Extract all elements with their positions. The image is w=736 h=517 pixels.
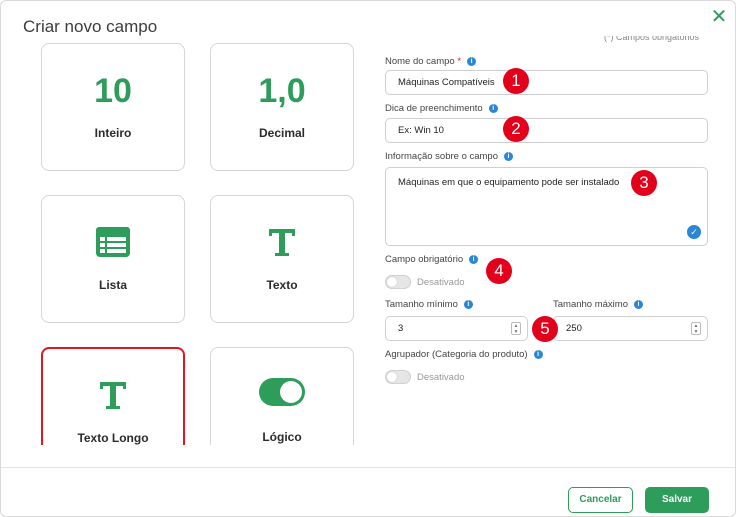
field-name-input[interactable]: Máquinas Compatíveis [385, 70, 708, 95]
type-card-list[interactable]: Lista [41, 195, 185, 323]
integer-number: 10 [94, 72, 132, 110]
callout-1: 1 [503, 68, 529, 94]
decimal-number: 1,0 [258, 72, 306, 110]
type-card-text[interactable]: Texto [210, 195, 354, 323]
stepper-icon[interactable]: ▲ ▼ [511, 322, 521, 335]
field-type-grid: 10 Inteiro 1,0 Decimal Lista Texto Texto… [41, 43, 355, 445]
min-size-input[interactable]: 3 ▲ ▼ [385, 316, 528, 341]
required-toggle[interactable] [385, 275, 411, 289]
callout-4: 4 [486, 258, 512, 284]
type-card-label: Lógico [262, 430, 302, 444]
required-toggle-state: Desativado [417, 277, 465, 288]
max-size-value: 250 [566, 323, 582, 334]
group-toggle[interactable] [385, 370, 411, 384]
stepper-icon[interactable]: ▲ ▼ [691, 322, 701, 335]
text-icon [43, 379, 183, 416]
info-icon: i [469, 255, 479, 264]
callout-5: 5 [532, 316, 558, 342]
max-size-input[interactable]: 250 ▲ ▼ [553, 316, 708, 341]
type-card-boolean[interactable]: Lógico [210, 347, 354, 445]
field-name-label: Nome do campo * i [385, 56, 477, 67]
callout-3: 3 [631, 170, 657, 196]
hint-label: Dica de preenchimento i [385, 103, 498, 114]
required-fields-note: (*) Campos obrigatórios [604, 36, 700, 42]
type-card-long-text[interactable]: Texto Longo [41, 347, 185, 445]
close-icon[interactable]: ✕ [709, 7, 729, 27]
required-field-label: Campo obrigatório i [385, 254, 479, 265]
type-card-decimal[interactable]: 1,0 Decimal [210, 43, 354, 171]
field-info-text: Máquinas em que o equipamento pode ser i… [398, 177, 620, 188]
type-card-label: Lista [98, 278, 127, 292]
save-button[interactable]: Salvar [645, 487, 709, 513]
info-icon: i [533, 350, 543, 359]
field-info-label: Informação sobre o campo i [385, 151, 514, 162]
dialog-footer: Cancelar Salvar [1, 467, 735, 517]
type-card-integer[interactable]: 10 Inteiro [41, 43, 185, 171]
type-card-label: Inteiro [94, 126, 132, 140]
min-size-value: 3 [398, 323, 404, 334]
checkmark-icon: ✓ [687, 225, 701, 239]
group-label: Agrupador (Categoria do produto) i [385, 349, 543, 360]
type-card-label: Decimal [258, 126, 306, 140]
type-card-label: Texto [266, 278, 298, 292]
hint-input[interactable]: Ex: Win 10 [385, 118, 708, 143]
min-size-label: Tamanho mínimo i [385, 299, 473, 310]
create-field-dialog: Criar novo campo ✕ (*) Campos obrigatóri… [0, 0, 736, 517]
info-icon: i [504, 152, 514, 161]
info-icon: i [463, 300, 473, 309]
field-info-textarea[interactable]: Máquinas em que o equipamento pode ser i… [385, 167, 708, 246]
info-icon: i [488, 104, 498, 113]
group-toggle-state: Desativado [417, 372, 465, 383]
info-icon: i [633, 300, 643, 309]
dialog-title: Criar novo campo [23, 17, 158, 36]
max-size-label: Tamanho máximo i [553, 299, 643, 310]
cancel-button[interactable]: Cancelar [568, 487, 633, 513]
callout-2: 2 [503, 116, 529, 142]
type-card-label: Texto Longo [77, 431, 149, 445]
toggle-icon [211, 378, 353, 411]
text-icon [211, 226, 353, 263]
info-icon: i [467, 57, 477, 66]
list-icon [42, 226, 184, 263]
